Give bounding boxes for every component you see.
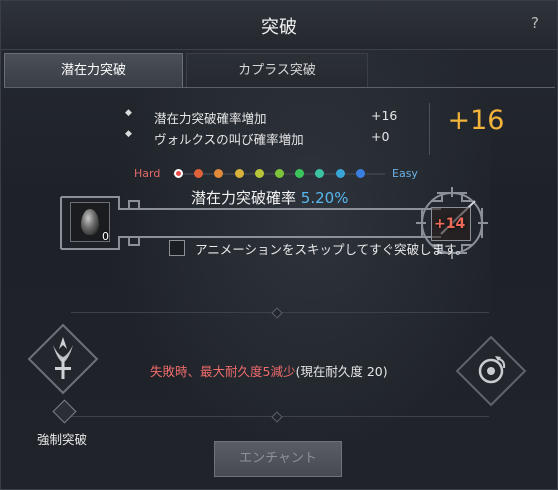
target-enhance-level: +14 [434,216,466,232]
forced-enhance-emblem-icon [27,323,99,395]
black-stone-icon [81,209,99,235]
warning-durability-loss: 失敗時、最大耐久度5減少 [150,364,296,379]
material-count: 0 [102,230,109,243]
failure-warning: 失敗時、最大耐久度5減少(現在耐久度 20) [150,361,388,380]
enchant-button[interactable]: エンチャント [214,441,342,477]
skip-animation-label: アニメーションをスキップしてすぐ突破します。 [195,242,468,257]
cron-stone-emblem-icon[interactable] [451,331,531,411]
forced-enhance-label: 強制突破 [37,432,88,447]
enhancement-window: 突破 ? 潜在力突破 カプラス突破 ◆ 潜在力突破確率増加 +16 ◆ ヴォルク… [0,0,558,490]
skip-animation-checkbox[interactable] [169,240,185,256]
warning-current-durability: (現在耐久度 20) [295,364,388,379]
